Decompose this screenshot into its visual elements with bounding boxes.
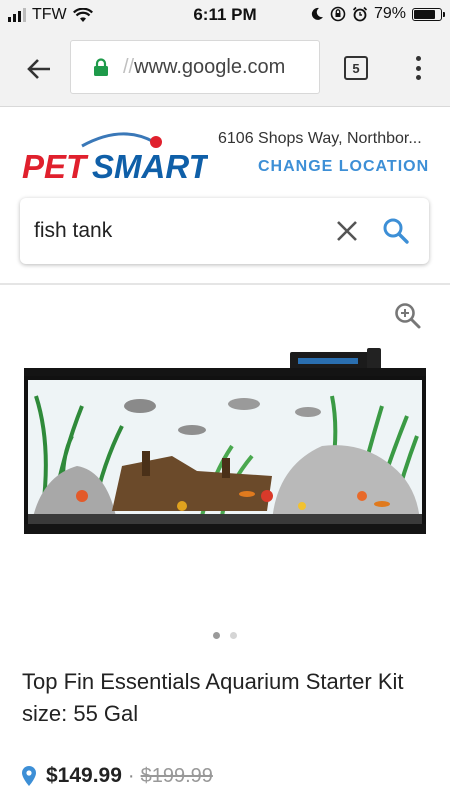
store-address: 6106 Shops Way, Northbor... [218, 130, 422, 147]
search-box: fish tank [20, 198, 429, 264]
status-right: 79% [310, 5, 445, 23]
carousel-indicator[interactable] [0, 632, 450, 639]
clear-icon[interactable] [334, 218, 360, 244]
change-location-link[interactable]: CHANGE LOCATION [258, 158, 429, 176]
logo-text-smart: SMART [92, 148, 208, 184]
location-pin-icon [22, 766, 36, 786]
search-input[interactable]: fish tank [34, 219, 112, 243]
original-price: $199.99 [140, 764, 213, 787]
moon-icon [311, 7, 323, 20]
header-divider [0, 283, 450, 285]
zoom-in-icon[interactable] [394, 302, 422, 330]
carousel-dot[interactable] [213, 632, 220, 639]
search-icon[interactable] [382, 217, 410, 245]
product-title[interactable]: Top Fin Essentials Aquarium Starter Kit … [22, 666, 437, 730]
menu-dots-icon[interactable] [408, 52, 428, 84]
current-price: $149.99 [46, 764, 122, 787]
tab-switcher-button[interactable]: 5 [344, 56, 368, 80]
browser-toolbar: // www.google.com 5 [0, 30, 450, 107]
carousel-dot[interactable] [230, 632, 237, 639]
address-bar[interactable]: // www.google.com [70, 40, 320, 94]
alarm-icon [352, 6, 368, 22]
status-bar: TFW 6:11 PM 79% [0, 0, 450, 30]
back-arrow-icon [27, 59, 50, 79]
logo-text-pet: PET [22, 148, 89, 184]
back-button[interactable] [22, 52, 56, 86]
rotation-lock-icon [330, 6, 346, 22]
petsmart-logo[interactable]: PET SMART [22, 128, 208, 184]
lock-icon [94, 57, 108, 76]
battery-icon [412, 7, 445, 21]
url-scheme: // [123, 55, 135, 78]
url-text: www.google.com [134, 55, 286, 78]
price-separator: · [127, 764, 135, 787]
price-row: $149.99 · $199.99 [22, 764, 213, 788]
battery-percent: 79% [373, 5, 406, 22]
battery-level [414, 9, 435, 19]
product-image[interactable] [22, 346, 428, 536]
